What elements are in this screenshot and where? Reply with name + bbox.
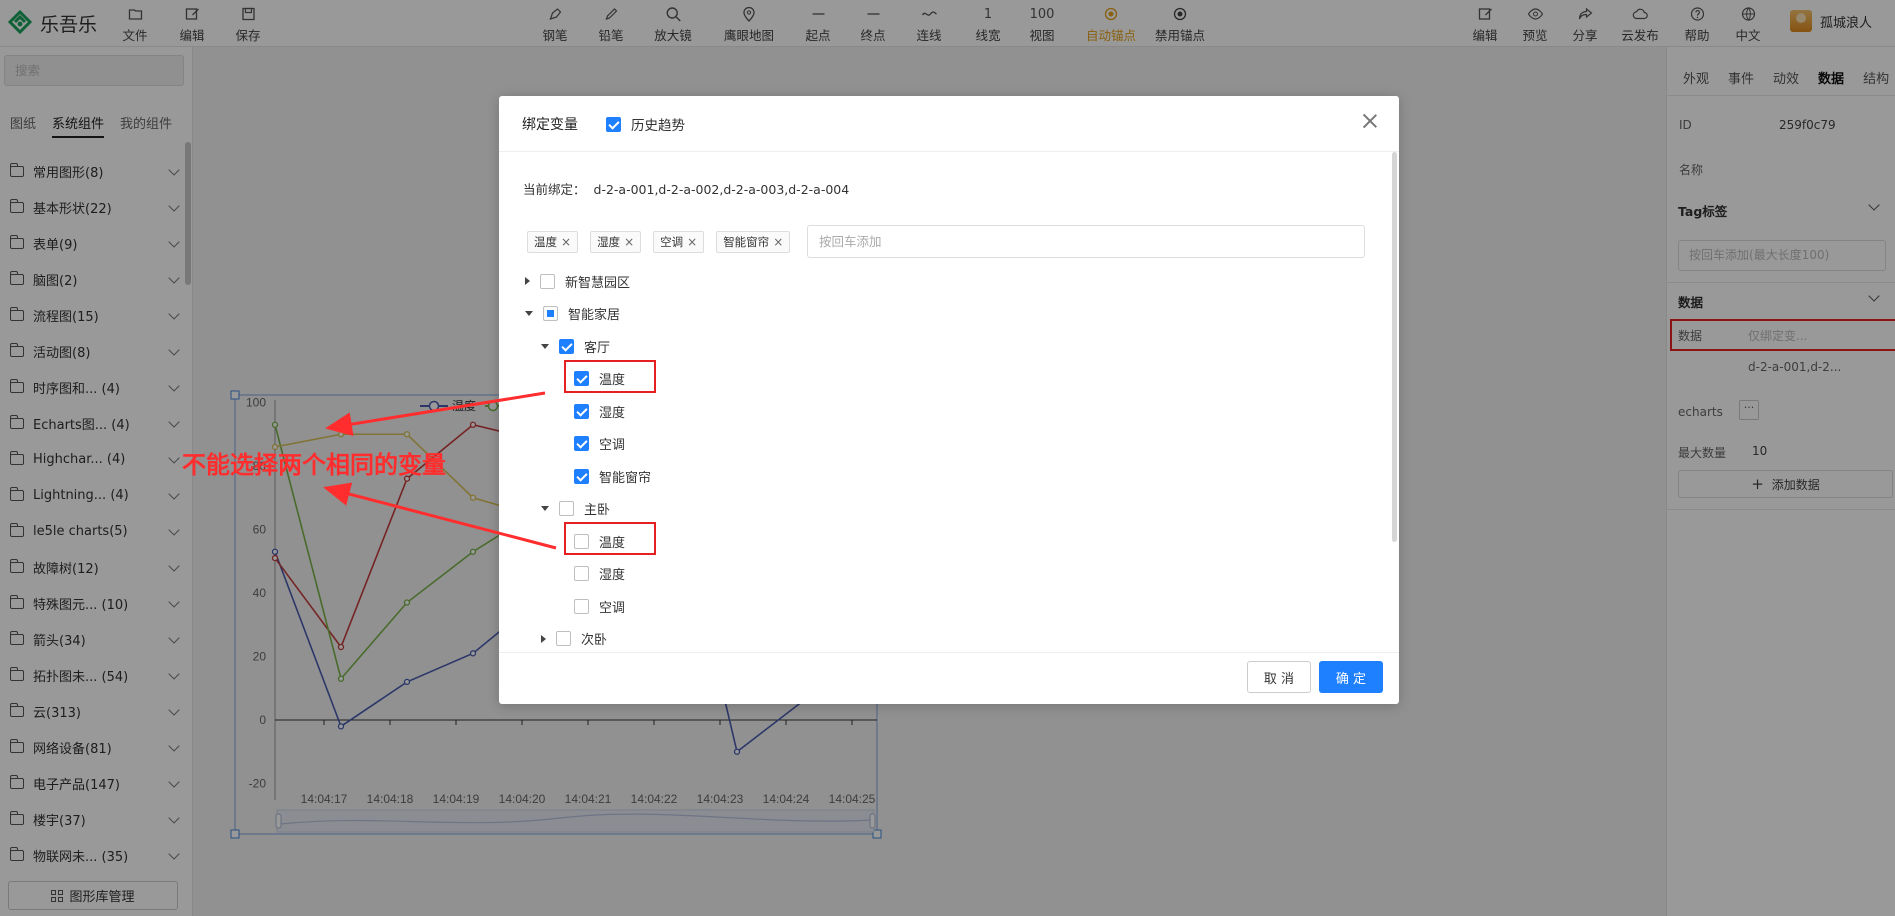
close-icon[interactable]: × bbox=[687, 235, 697, 249]
history-trend-label: 历史趋势 bbox=[631, 118, 685, 134]
tree-node-label: 智能窗帘 bbox=[599, 470, 652, 486]
tree-node-label: 智能家居 bbox=[568, 308, 621, 323]
cancel-button[interactable]: 取 消 bbox=[1247, 661, 1311, 693]
caret-down-icon[interactable] bbox=[525, 311, 533, 316]
scrollbar[interactable] bbox=[1392, 152, 1397, 542]
checkbox[interactable] bbox=[559, 338, 574, 354]
tree-node-label: 主卧 bbox=[584, 503, 611, 518]
caret-down-icon[interactable] bbox=[541, 343, 549, 349]
close-icon[interactable]: × bbox=[773, 235, 783, 249]
tree-node[interactable]: 新智慧园区 bbox=[525, 270, 630, 292]
close-icon[interactable]: × bbox=[561, 235, 571, 249]
tag-label: 空调 bbox=[660, 235, 684, 249]
tree-node[interactable]: 空调 bbox=[556, 595, 625, 617]
annotation-text: 不能选择两个相同的变量 bbox=[182, 450, 446, 479]
tree-node-label: 湿度 bbox=[599, 405, 626, 421]
tag-label: 智能窗帘 bbox=[723, 235, 770, 249]
tree-node-label: 空调 bbox=[599, 600, 626, 616]
current-binding-value: d-2-a-001,d-2-a-002,d-2-a-003,d-2-a-004 bbox=[593, 182, 850, 197]
tree-node-label: 新智慧园区 bbox=[565, 275, 631, 291]
caret-right-icon[interactable] bbox=[541, 634, 546, 643]
tree-node[interactable]: 智能家居 bbox=[525, 303, 620, 325]
checkbox[interactable] bbox=[574, 566, 589, 581]
caret-right-icon[interactable] bbox=[525, 277, 530, 285]
current-binding: 当前绑定： d-2-a-001,d-2-a-002,d-2-a-003,d-2-a… bbox=[523, 179, 849, 198]
checkbox[interactable] bbox=[606, 116, 621, 132]
tree-node[interactable]: 湿度 bbox=[556, 563, 625, 585]
selected-tag: 温度 × bbox=[527, 231, 579, 253]
selected-tag: 智能窗帘 × bbox=[716, 231, 791, 253]
checkbox[interactable] bbox=[543, 306, 558, 321]
history-trend-checkbox[interactable]: 历史趋势 bbox=[606, 114, 685, 134]
checkbox[interactable] bbox=[559, 501, 574, 516]
tree-node[interactable]: 主卧 bbox=[541, 498, 610, 520]
confirm-button[interactable]: 确 定 bbox=[1319, 661, 1383, 693]
dialog-header: 绑定变量 历史趋势 bbox=[499, 96, 1399, 152]
tag-label: 湿度 bbox=[597, 235, 621, 249]
highlight-box bbox=[564, 522, 656, 555]
tree-node[interactable]: 空调 bbox=[556, 433, 625, 455]
tag-add-input[interactable]: 按回车添加 bbox=[807, 225, 1365, 258]
checkbox[interactable] bbox=[574, 468, 589, 484]
checkbox[interactable] bbox=[574, 598, 589, 614]
close-icon[interactable]: × bbox=[624, 235, 634, 249]
selected-tag: 空调 × bbox=[653, 231, 705, 253]
caret-down-icon[interactable] bbox=[541, 506, 549, 511]
tree-node[interactable]: 湿度 bbox=[556, 400, 625, 422]
dialog-title: 绑定变量 bbox=[522, 117, 578, 133]
tree-node[interactable]: 客厅 bbox=[541, 335, 610, 357]
tree-node[interactable]: 次卧 bbox=[541, 628, 607, 650]
selected-tag: 湿度 × bbox=[590, 231, 642, 253]
current-binding-label: 当前绑定： bbox=[523, 182, 586, 197]
highlight-box bbox=[564, 359, 656, 393]
selected-tags: 温度 × 湿度 × 空调 × 智能窗帘 × bbox=[527, 231, 802, 253]
checkbox[interactable] bbox=[540, 273, 555, 289]
tag-label: 温度 bbox=[534, 235, 557, 249]
tree-node-label: 客厅 bbox=[584, 340, 611, 356]
tree-node-label: 空调 bbox=[599, 438, 626, 453]
checkbox[interactable] bbox=[574, 436, 589, 451]
close-icon[interactable] bbox=[1362, 113, 1378, 129]
bind-variable-dialog: 绑定变量 历史趋势 当前绑定： d-2-a-001,d-2-a-002,d-2-a… bbox=[499, 96, 1399, 704]
tree-node-label: 湿度 bbox=[599, 568, 626, 583]
tree-node-label: 次卧 bbox=[581, 633, 608, 648]
checkbox[interactable] bbox=[556, 631, 571, 646]
tree-node[interactable]: 智能窗帘 bbox=[556, 465, 651, 487]
checkbox[interactable] bbox=[574, 403, 589, 419]
